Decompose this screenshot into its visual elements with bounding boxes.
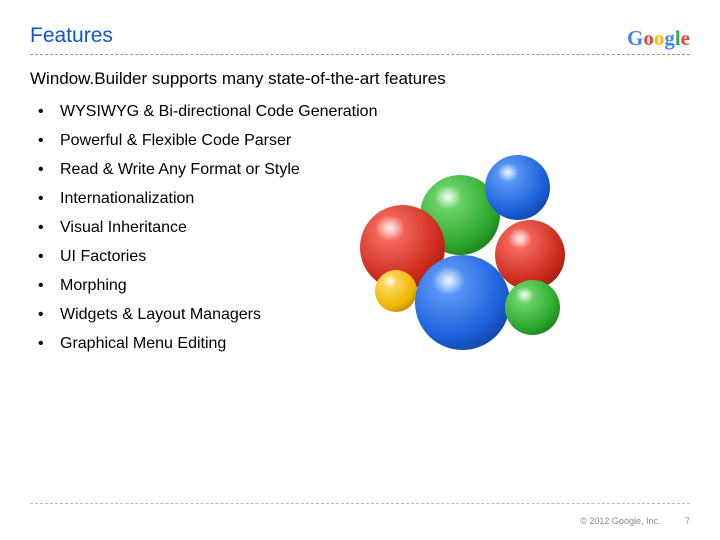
logo-letter: G <box>627 26 643 50</box>
list-item: Read & Write Any Format or Style <box>38 161 690 179</box>
list-item: Internationalization <box>38 190 690 208</box>
list-item: Graphical Menu Editing <box>38 335 690 353</box>
copyright-text: © 2012 Google, Inc. <box>580 516 660 526</box>
page-title: Features <box>30 24 690 48</box>
list-item: Powerful & Flexible Code Parser <box>38 132 690 150</box>
feature-list: WYSIWYG & Bi-directional Code Generation… <box>30 103 690 353</box>
google-logo: Google <box>627 26 690 51</box>
footer-divider <box>30 503 690 504</box>
subtitle: Window.Builder supports many state-of-th… <box>30 69 690 89</box>
list-item: Widgets & Layout Managers <box>38 306 690 324</box>
list-item: Visual Inheritance <box>38 219 690 237</box>
slide: Google Features Window.Builder supports … <box>0 0 720 540</box>
logo-letter: g <box>664 26 675 50</box>
list-item: WYSIWYG & Bi-directional Code Generation <box>38 103 690 121</box>
logo-letter: o <box>643 26 654 50</box>
page-number: 7 <box>685 516 690 526</box>
logo-letter: e <box>681 26 690 50</box>
list-item: Morphing <box>38 277 690 295</box>
footer: © 2012 Google, Inc. 7 <box>580 516 690 526</box>
title-divider <box>30 54 690 55</box>
list-item: UI Factories <box>38 248 690 266</box>
logo-letter: o <box>654 26 665 50</box>
